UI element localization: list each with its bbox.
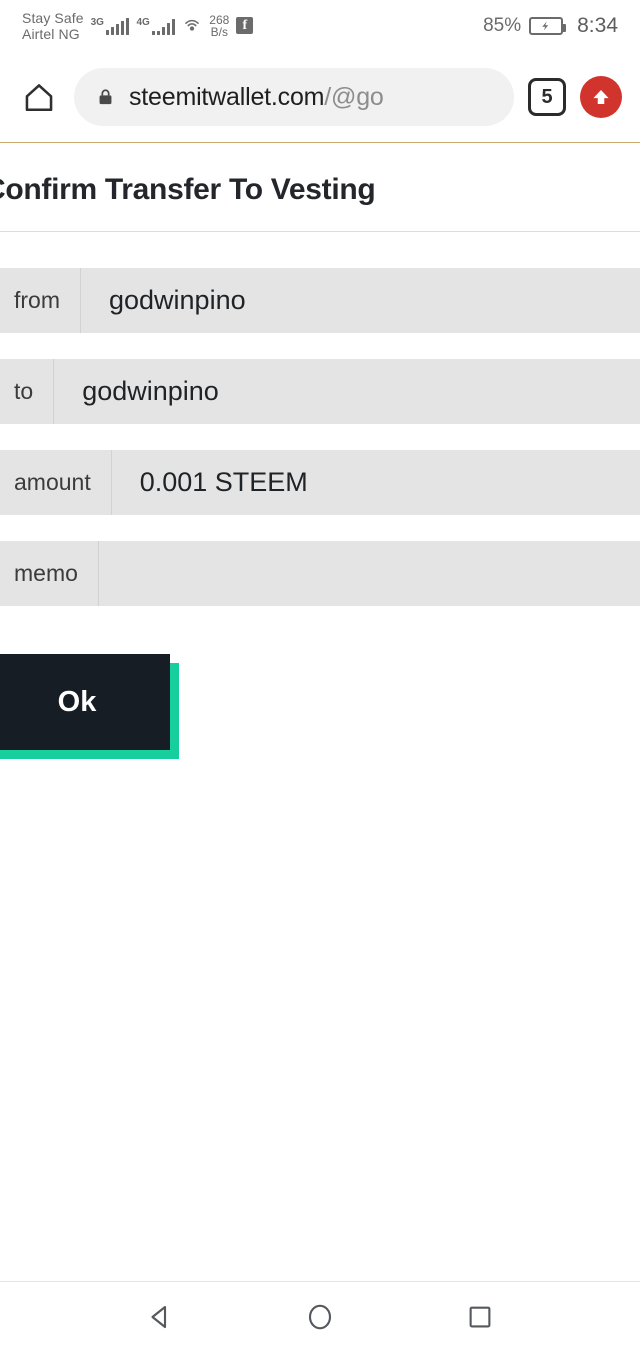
table-row: to godwinpino: [0, 359, 640, 424]
upload-arrow-icon[interactable]: [580, 76, 622, 118]
signal-indicator-2: 4G: [136, 16, 176, 35]
data-rate-indicator: 268 B/s: [209, 14, 229, 38]
carrier-line-2: Airtel NG: [22, 26, 80, 42]
tab-count-label: 5: [541, 85, 553, 108]
data-rate-value: 268: [209, 12, 230, 27]
battery-percent-label: 85%: [483, 15, 522, 36]
field-value-to: godwinpino: [54, 359, 640, 424]
hotspot-icon: [182, 16, 202, 36]
table-row: memo: [0, 541, 640, 606]
status-bar-right: 85% 8:34: [483, 14, 618, 38]
android-navigation-bar: [0, 1281, 640, 1351]
url-path: /@go: [324, 82, 384, 111]
clock-label: 8:34: [577, 14, 618, 37]
table-row: amount 0.001 STEEM: [0, 450, 640, 515]
url-domain: steemitwallet.com: [129, 82, 325, 111]
transfer-details-table: from godwinpino to godwinpino amount 0.0…: [0, 232, 640, 606]
home-circle-icon[interactable]: [297, 1294, 343, 1340]
field-value-amount: 0.001 STEEM: [111, 450, 640, 515]
url-bar[interactable]: steemitwallet.com/@go: [74, 68, 514, 126]
field-label-from: from: [0, 268, 81, 333]
page-content: Confirm Transfer To Vesting from godwinp…: [0, 143, 640, 759]
field-label-memo: memo: [0, 541, 99, 606]
table-row: from godwinpino: [0, 268, 640, 333]
carrier-label: Stay Safe Airtel NG: [22, 10, 84, 42]
url-text: steemitwallet.com/@go: [129, 83, 384, 112]
field-label-to: to: [0, 359, 55, 424]
signal-bars-secondary-icon: [151, 18, 176, 35]
page-title: Confirm Transfer To Vesting: [0, 173, 376, 206]
carrier-line-1: Stay Safe: [22, 10, 84, 26]
signal-indicator-1: 3G: [90, 16, 130, 35]
confirm-button-wrapper: Ok: [0, 654, 179, 759]
field-value-memo: [98, 541, 640, 606]
home-icon[interactable]: [18, 76, 60, 118]
back-triangle-icon[interactable]: [137, 1294, 183, 1340]
field-value-from: godwinpino: [81, 268, 640, 333]
data-rate-unit: B/s: [210, 24, 228, 39]
battery-charging-icon: [529, 17, 567, 35]
status-bar-left: Stay Safe Airtel NG 3G 4G 268 B/s f: [22, 10, 483, 42]
field-label-amount: amount: [0, 450, 112, 515]
network-type-3g-label: 3G: [90, 16, 104, 28]
facebook-icon: f: [236, 17, 254, 34]
lock-icon: [96, 85, 115, 109]
recents-square-icon[interactable]: [457, 1294, 503, 1340]
ok-button[interactable]: Ok: [0, 654, 170, 750]
browser-toolbar: steemitwallet.com/@go 5: [0, 52, 640, 143]
network-type-4g-label: 4G: [136, 16, 150, 28]
status-bar: Stay Safe Airtel NG 3G 4G 268 B/s f 85%: [0, 0, 640, 52]
tab-counter-button[interactable]: 5: [528, 78, 566, 116]
signal-bars-icon: [105, 17, 130, 35]
